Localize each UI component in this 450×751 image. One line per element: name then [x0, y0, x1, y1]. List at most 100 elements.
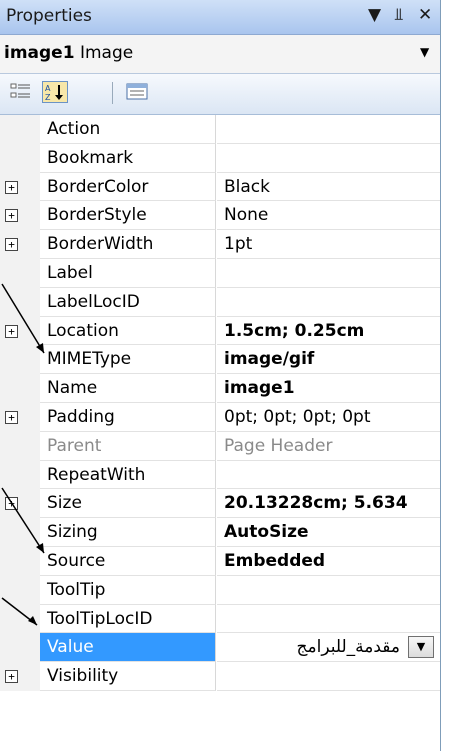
object-name: image1	[4, 43, 75, 63]
expand-icon[interactable]: +	[5, 209, 18, 223]
close-icon[interactable]: ✕	[418, 5, 432, 25]
property-value[interactable]	[217, 115, 440, 144]
object-selector-label: image1 Image	[4, 43, 133, 63]
property-value[interactable]: 1pt	[217, 230, 440, 259]
property-value[interactable]	[217, 144, 440, 173]
property-value[interactable]	[217, 288, 440, 317]
property-name[interactable]: ToolTip	[40, 575, 216, 605]
property-row-bordercolor[interactable]: + BorderColor Black	[0, 172, 440, 202]
row-gutter	[0, 431, 40, 461]
property-name[interactable]: Visibility	[40, 662, 216, 691]
property-row-borderstyle[interactable]: + BorderStyle None	[0, 201, 440, 231]
property-value[interactable]: Black	[217, 173, 440, 202]
toolbar: A Z	[0, 74, 440, 115]
properties-panel: Properties ▼ ⫫ ✕ image1 Image ▼ A Z Acti…	[0, 0, 442, 751]
property-value[interactable]	[217, 461, 440, 490]
title-bar: Properties ▼ ⫫ ✕	[0, 0, 440, 35]
alphabetical-icon[interactable]: A Z	[42, 81, 68, 103]
property-value[interactable]: None	[217, 201, 440, 231]
row-gutter	[0, 633, 40, 663]
property-name[interactable]: Source	[40, 546, 216, 576]
property-name[interactable]: Location	[40, 316, 216, 346]
property-name[interactable]: Value	[40, 633, 216, 663]
property-row-action[interactable]: Action	[0, 115, 440, 144]
property-row-visibility[interactable]: + Visibility	[0, 662, 440, 691]
property-value[interactable]: مقدمة_للبرامج	[217, 633, 440, 663]
panel-border	[440, 0, 441, 751]
property-value[interactable]	[217, 576, 440, 605]
property-row-parent[interactable]: Parent Page Header	[0, 431, 440, 461]
description-area	[0, 722, 440, 751]
property-row-borderwidth[interactable]: + BorderWidth 1pt	[0, 230, 440, 259]
property-value[interactable]: Page Header	[217, 432, 440, 461]
property-row-labellocid[interactable]: LabelLocID	[0, 287, 440, 317]
property-name[interactable]: BorderStyle	[40, 201, 216, 231]
row-gutter	[0, 345, 40, 375]
row-gutter	[0, 604, 40, 634]
property-row-source[interactable]: Source Embedded	[0, 546, 440, 576]
property-row-location[interactable]: + Location 1.5cm; 0.25cm	[0, 316, 440, 346]
property-name[interactable]: Padding	[40, 402, 216, 432]
property-name[interactable]: LabelLocID	[40, 287, 216, 317]
property-value[interactable]	[217, 259, 440, 288]
property-row-bookmark[interactable]: Bookmark	[0, 143, 440, 173]
row-gutter	[0, 115, 40, 144]
property-name[interactable]: RepeatWith	[40, 460, 216, 490]
property-row-size[interactable]: + Size 20.13228cm; 5.634	[0, 489, 440, 519]
expand-icon[interactable]: +	[5, 410, 18, 424]
expand-icon[interactable]: +	[5, 497, 18, 511]
property-name[interactable]: Action	[40, 115, 216, 144]
property-value[interactable]	[217, 662, 440, 691]
property-name[interactable]: Bookmark	[40, 143, 216, 173]
expand-icon[interactable]: +	[5, 238, 18, 252]
svg-text:Z: Z	[45, 93, 51, 102]
property-row-repeatwith[interactable]: RepeatWith	[0, 460, 440, 490]
property-name[interactable]: Sizing	[40, 518, 216, 547]
property-name[interactable]: BorderWidth	[40, 230, 216, 259]
property-value[interactable]	[217, 605, 440, 634]
property-grid: Action Bookmark + BorderColor Black + BorderSt…	[0, 115, 440, 691]
property-row-mimetype[interactable]: MIMEType image/gif	[0, 345, 440, 375]
row-gutter	[0, 287, 40, 317]
row-gutter	[0, 374, 40, 403]
categorized-icon[interactable]	[10, 81, 32, 103]
property-name[interactable]: Label	[40, 258, 216, 288]
property-value[interactable]: 0pt; 0pt; 0pt; 0pt	[217, 403, 440, 432]
row-gutter	[0, 258, 40, 288]
property-row-sizing[interactable]: Sizing AutoSize	[0, 518, 440, 547]
row-gutter	[0, 143, 40, 173]
property-value[interactable]: 20.13228cm; 5.634	[217, 489, 440, 519]
menu-dropdown-icon[interactable]: ▼	[368, 5, 381, 25]
object-selector[interactable]: image1 Image ▼	[0, 35, 440, 74]
property-value[interactable]: image/gif	[217, 345, 440, 375]
property-name[interactable]: Name	[40, 374, 216, 403]
property-row-label[interactable]: Label	[0, 258, 440, 288]
property-row-tooltip[interactable]: ToolTip	[0, 575, 440, 605]
panel-title: Properties	[6, 6, 92, 26]
property-name[interactable]: MIMEType	[40, 345, 216, 375]
property-value[interactable]: 1.5cm; 0.25cm	[217, 317, 440, 346]
row-gutter	[0, 518, 40, 547]
value-dropdown-icon[interactable]: ▼	[408, 636, 434, 659]
property-value[interactable]: AutoSize	[217, 518, 440, 547]
chevron-down-icon[interactable]: ▼	[420, 45, 429, 59]
property-row-name[interactable]: Name image1	[0, 374, 440, 403]
property-name[interactable]: Size	[40, 489, 216, 519]
property-pages-icon[interactable]	[124, 81, 150, 103]
expand-icon[interactable]: +	[5, 670, 18, 684]
toolbar-separator	[112, 82, 113, 104]
property-row-tooltiplocid[interactable]: ToolTipLocID	[0, 604, 440, 634]
property-row-value[interactable]: Value مقدمة_للبرامج ▼	[0, 633, 440, 663]
expand-icon[interactable]: +	[5, 180, 18, 194]
property-row-padding[interactable]: + Padding 0pt; 0pt; 0pt; 0pt	[0, 402, 440, 432]
property-value[interactable]: Embedded	[217, 547, 440, 576]
pin-icon[interactable]: ⫫	[394, 5, 404, 25]
row-gutter	[0, 575, 40, 605]
row-gutter	[0, 460, 40, 490]
property-name[interactable]: ToolTipLocID	[40, 604, 216, 634]
property-name[interactable]: Parent	[40, 431, 216, 461]
property-value[interactable]: image1	[217, 374, 440, 403]
row-gutter	[0, 546, 40, 576]
property-name[interactable]: BorderColor	[40, 172, 216, 202]
expand-icon[interactable]: +	[5, 324, 18, 338]
